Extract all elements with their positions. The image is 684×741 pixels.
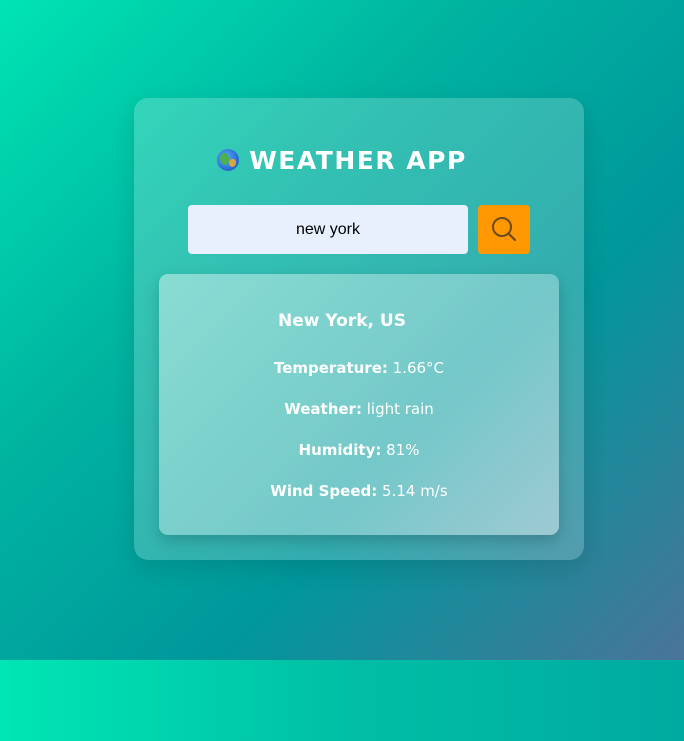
search-icon	[492, 217, 517, 242]
globe-icon	[217, 149, 240, 171]
temperature-label: Temperature:	[273, 359, 388, 377]
humidity-value: 81%	[386, 441, 420, 459]
search-button[interactable]	[478, 205, 530, 254]
app-title-text: WEATHER APP	[249, 146, 467, 175]
weather-value: light rain	[366, 400, 434, 418]
wind-speed-label: Wind Speed:	[270, 482, 378, 500]
temperature-value: 1.66°C	[392, 359, 445, 377]
weather-row: Weather: light rain	[0, 400, 684, 418]
temperature-row: Temperature: 1.66°C	[0, 359, 684, 377]
weather-label: Weather:	[284, 400, 362, 418]
humidity-label: Humidity:	[298, 441, 382, 459]
wind-speed-value: 5.14 m/s	[382, 482, 448, 500]
wind-speed-row: Wind Speed: 5.14 m/s	[0, 482, 684, 500]
city-name: New York, US	[278, 311, 406, 331]
app-title: WEATHER APP	[0, 146, 684, 175]
city-search-input[interactable]	[188, 205, 468, 254]
humidity-row: Humidity: 81%	[0, 441, 684, 459]
page-footer-strip	[0, 660, 684, 741]
